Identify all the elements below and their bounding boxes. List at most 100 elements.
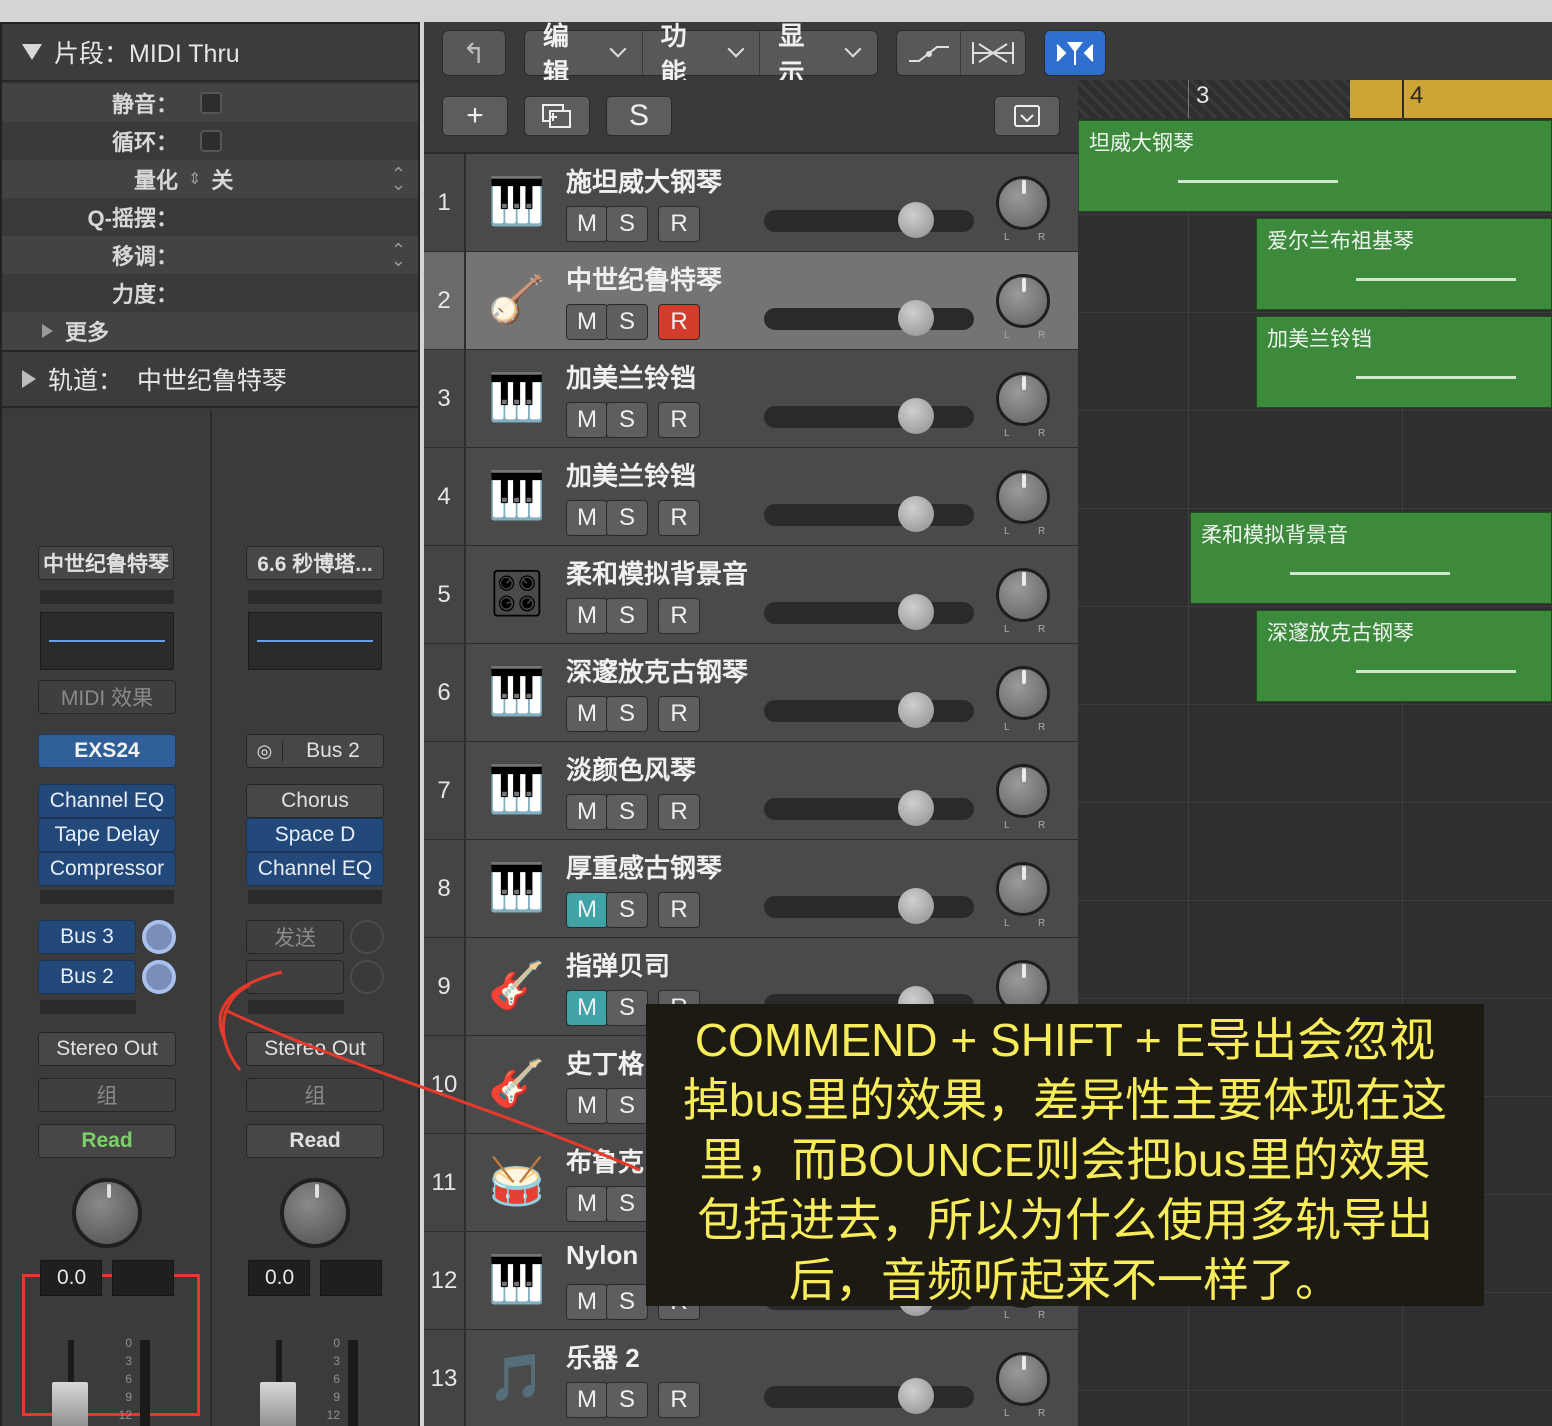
volume-slider[interactable] bbox=[764, 888, 974, 924]
fx-slot-1[interactable]: Chorus bbox=[246, 784, 384, 818]
clavinet-icon[interactable]: 🎹 bbox=[484, 854, 550, 920]
organ-icon[interactable]: 🎹 bbox=[484, 756, 550, 822]
eq-thumbnail[interactable] bbox=[248, 612, 382, 670]
pan-knob[interactable] bbox=[996, 1352, 1050, 1406]
solo-button[interactable]: S bbox=[606, 696, 648, 732]
group-left[interactable]: 组 bbox=[38, 1078, 176, 1112]
track-name[interactable]: 柔和模拟背景音 bbox=[566, 554, 748, 591]
mute-button[interactable]: M bbox=[566, 1284, 608, 1320]
pan-knob-left[interactable] bbox=[72, 1178, 142, 1248]
mute-button[interactable]: M bbox=[566, 206, 608, 242]
flex-time-icon[interactable] bbox=[961, 31, 1025, 75]
track-name[interactable]: 施坦威大钢琴 bbox=[566, 162, 722, 199]
mute-button[interactable]: M bbox=[566, 1088, 608, 1124]
track-row[interactable]: 8 🎹 厚重感古钢琴 M S R L R bbox=[424, 840, 1078, 938]
mute-button[interactable]: M bbox=[566, 1382, 608, 1418]
channel-name-left[interactable]: 中世纪鲁特琴 bbox=[38, 546, 174, 580]
volume-slider-thumb[interactable] bbox=[898, 1378, 934, 1414]
solo-button[interactable]: S bbox=[606, 1382, 648, 1418]
solo-button[interactable]: S bbox=[606, 794, 648, 830]
volume-value-right[interactable]: 0.0 bbox=[248, 1260, 310, 1296]
pan-knob[interactable] bbox=[996, 274, 1050, 328]
catch-playhead-icon[interactable] bbox=[1044, 30, 1106, 76]
empty-send-slot[interactable] bbox=[248, 1000, 344, 1014]
send-level-knob[interactable] bbox=[350, 960, 384, 994]
midi-region[interactable]: 爱尔兰布祖基琴 bbox=[1256, 218, 1552, 310]
mute-button[interactable]: M bbox=[566, 402, 608, 438]
track-name[interactable]: 淡颜色风琴 bbox=[566, 750, 696, 787]
pan-knob-right[interactable] bbox=[280, 1178, 350, 1248]
fx-slot-2[interactable]: Tape Delay bbox=[38, 818, 176, 852]
bass-guitar-icon[interactable]: 🎸 bbox=[484, 1050, 550, 1116]
track-inspector-header[interactable]: 轨道： 中世纪鲁特琴 bbox=[2, 350, 418, 408]
track-row[interactable]: 4 🎹 加美兰铃铛 M S R L R bbox=[424, 448, 1078, 546]
pan-knob[interactable] bbox=[996, 862, 1050, 916]
empty-fx-slot[interactable] bbox=[40, 890, 174, 904]
midi-region[interactable]: 加美兰铃铛 bbox=[1256, 316, 1552, 408]
clavinet-icon[interactable]: 🎹 bbox=[484, 658, 550, 724]
fx-slot-3[interactable]: Channel EQ bbox=[246, 852, 384, 886]
volume-value-left[interactable]: 0.0 bbox=[40, 1260, 102, 1296]
record-enable-button[interactable]: R bbox=[658, 598, 700, 634]
drum-kit-icon[interactable]: 🥁 bbox=[484, 1148, 550, 1214]
send-slot-empty[interactable] bbox=[246, 960, 344, 994]
send-bus-2[interactable]: Bus 2 bbox=[38, 960, 136, 994]
channel-name-right[interactable]: 6.6 秒博塔... bbox=[246, 546, 384, 580]
volume-slider[interactable] bbox=[764, 594, 974, 630]
solo-button[interactable]: S bbox=[606, 892, 648, 928]
midi-fx-slot[interactable]: MIDI 效果 bbox=[38, 680, 176, 714]
track-name[interactable]: 指弹贝司 bbox=[566, 946, 670, 983]
solo-button[interactable]: S bbox=[606, 304, 648, 340]
volume-slider-thumb[interactable] bbox=[898, 496, 934, 532]
track-name[interactable]: Nylon bbox=[566, 1240, 638, 1271]
mute-button[interactable]: M bbox=[566, 892, 608, 928]
keyboard-stand-icon[interactable]: 🎹 bbox=[484, 1246, 550, 1312]
pan-knob[interactable] bbox=[996, 470, 1050, 524]
solo-button[interactable]: S bbox=[606, 598, 648, 634]
volume-slider-thumb[interactable] bbox=[898, 888, 934, 924]
volume-slider-thumb[interactable] bbox=[898, 202, 934, 238]
mute-button[interactable]: M bbox=[566, 598, 608, 634]
track-name[interactable]: 史丁格 bbox=[566, 1044, 644, 1081]
record-enable-button[interactable]: R bbox=[658, 304, 700, 340]
output-left[interactable]: Stereo Out bbox=[38, 1032, 176, 1066]
automation-left[interactable]: Read bbox=[38, 1124, 176, 1158]
track-row[interactable]: 5 🎛 柔和模拟背景音 M S R L R bbox=[424, 546, 1078, 644]
keyboard-stand-icon[interactable]: 🎹 bbox=[484, 364, 550, 430]
mute-button[interactable]: M bbox=[566, 304, 608, 340]
solo-button[interactable]: S bbox=[606, 402, 648, 438]
volume-fader-right[interactable] bbox=[260, 1382, 296, 1426]
volume-slider[interactable] bbox=[764, 398, 974, 434]
collapse-tracks-icon[interactable] bbox=[994, 96, 1060, 136]
track-name[interactable]: 布鲁克 bbox=[566, 1142, 644, 1179]
volume-slider-thumb[interactable] bbox=[898, 300, 934, 336]
volume-slider[interactable] bbox=[764, 202, 974, 238]
back-arrow-icon[interactable]: ↰ bbox=[442, 30, 506, 76]
send-level-knob[interactable] bbox=[142, 920, 176, 954]
track-name[interactable]: 深邃放克古钢琴 bbox=[566, 652, 748, 689]
solo-button[interactable]: S bbox=[606, 1284, 648, 1320]
stepper-icon[interactable]: ⇕ bbox=[188, 169, 201, 189]
volume-slider[interactable] bbox=[764, 1378, 974, 1414]
bar-ruler[interactable]: 3 4 bbox=[1078, 80, 1552, 118]
add-track-button[interactable]: + bbox=[442, 96, 508, 136]
volume-fader-left[interactable] bbox=[52, 1382, 88, 1426]
automation-curve-icon[interactable] bbox=[897, 31, 961, 75]
mute-button[interactable]: M bbox=[566, 1186, 608, 1222]
bass-guitar-icon[interactable]: 🎸 bbox=[484, 952, 550, 1018]
fx-slot-1[interactable]: Channel EQ bbox=[38, 784, 176, 818]
keyboard-stand-icon[interactable]: 🎹 bbox=[484, 462, 550, 528]
send-level-knob[interactable] bbox=[142, 960, 176, 994]
solo-button[interactable]: S bbox=[606, 990, 648, 1026]
mute-button[interactable]: M bbox=[566, 696, 608, 732]
record-enable-button[interactable]: R bbox=[658, 500, 700, 536]
track-row[interactable]: 13 🎵 乐器 2MSRLR bbox=[424, 1330, 1078, 1426]
record-enable-button[interactable]: R bbox=[658, 892, 700, 928]
music-note-icon[interactable]: 🎵 bbox=[484, 1344, 550, 1410]
empty-fx-slot[interactable] bbox=[248, 890, 382, 904]
record-enable-button[interactable]: R bbox=[658, 696, 700, 732]
more-toggle[interactable]: 更多 bbox=[2, 312, 418, 350]
track-name[interactable]: 厚重感古钢琴 bbox=[566, 848, 722, 885]
solo-button[interactable]: S bbox=[606, 500, 648, 536]
send-bus-3[interactable]: Bus 3 bbox=[38, 920, 136, 954]
